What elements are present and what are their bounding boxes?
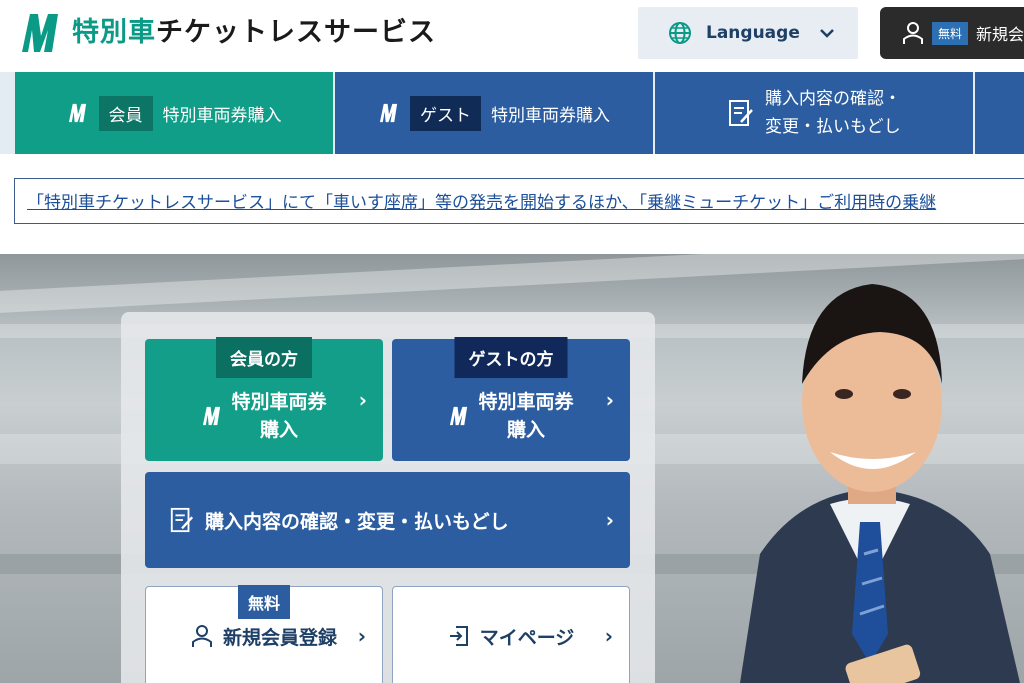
guest-tag: ゲスト (410, 95, 481, 131)
mu-logo-icon (22, 14, 58, 52)
tab-confirm-line1: 購入内容の確認・ (765, 89, 901, 109)
signup-button-label: 新規会員登録 (222, 626, 337, 649)
chevron-right-icon: › (358, 388, 367, 412)
tab-member-purchase[interactable]: 会員 特別車両券購入 (15, 72, 333, 154)
chevron-right-icon: › (605, 508, 614, 532)
chevron-right-icon: › (604, 624, 613, 648)
hero-section: 会員の方 特別車両券 購入 › ゲストの方 特別車両券 購入 › 購入内容の確認… (0, 254, 1024, 683)
tab-more[interactable] (975, 72, 1024, 154)
tab-guest-purchase[interactable]: ゲスト 特別車両券購入 (335, 72, 653, 154)
member-tag: 会員 (98, 95, 153, 131)
free-tab-label: 無料 (237, 585, 291, 619)
person-icon (191, 625, 212, 647)
member-tab-label: 会員の方 (216, 337, 312, 378)
chevron-down-icon (820, 29, 834, 38)
guest-purchase-button[interactable]: ゲストの方 特別車両券 購入 › (392, 337, 630, 461)
notice-area: 「特別車チケットレスサービス」にて「車いす座席」等の発売を開始するほか、「乗継ミ… (0, 154, 1024, 254)
mu-logo-icon (450, 406, 468, 426)
guest-button-line2: 購入 (506, 419, 545, 441)
free-badge: 無料 (932, 21, 969, 45)
tab-confirm-line2: 変更・払いもどし (765, 117, 901, 137)
guest-tab-label: ゲストの方 (454, 337, 568, 378)
notice-link[interactable]: 「特別車チケットレスサービス」にて「車いす座席」等の発売を開始するほか、「乗継ミ… (27, 193, 936, 213)
person-icon (903, 22, 923, 44)
document-edit-icon (729, 100, 753, 126)
member-button-line2: 購入 (259, 419, 298, 441)
mu-logo-icon (68, 103, 86, 123)
document-edit-icon (170, 507, 194, 533)
site-logo[interactable]: 特別車チケットレスサービス (18, 10, 436, 56)
logo-rest-text: チケットレスサービス (156, 17, 436, 48)
confirm-button-label: 購入内容の確認・変更・払いもどし (205, 510, 509, 533)
action-panel: 会員の方 特別車両券 購入 › ゲストの方 特別車両券 購入 › 購入内容の確認… (121, 312, 655, 683)
member-button-line1: 特別車両券 (231, 391, 327, 413)
header-signup-button[interactable]: 無料 新規会員 (880, 7, 1024, 59)
mypage-button[interactable]: マイページ › (392, 586, 630, 683)
logo-brand-text: 特別車 (72, 17, 156, 48)
signup-button[interactable]: 無料 新規会員登録 › (145, 585, 383, 683)
confirm-change-refund-button[interactable]: 購入内容の確認・変更・払いもどし › (145, 472, 630, 568)
member-purchase-button[interactable]: 会員の方 特別車両券 購入 › (145, 337, 383, 461)
mu-logo-icon (203, 406, 221, 426)
chevron-right-icon: › (605, 388, 614, 412)
login-icon (449, 626, 468, 646)
mypage-button-label: マイページ (479, 626, 575, 649)
guest-button-line1: 特別車両券 (478, 391, 574, 413)
language-selector[interactable]: Language (638, 7, 858, 59)
tab-guest-label: 特別車両券購入 (491, 105, 610, 126)
businessman-photo (740, 284, 1020, 683)
header-signup-label: 新規会員 (976, 25, 1024, 44)
mu-logo-icon (379, 103, 398, 123)
tab-member-label: 特別車両券購入 (162, 105, 282, 126)
main-nav: 会員 特別車両券購入 ゲスト 特別車両券購入 購入内容の確認・ 変更・払いもどし (0, 72, 1024, 154)
site-header: 特別車チケットレスサービス Language 無料 新規会員 (0, 0, 1024, 72)
tab-confirm-change-refund[interactable]: 購入内容の確認・ 変更・払いもどし (655, 72, 973, 154)
chevron-right-icon: › (357, 624, 366, 648)
notice-banner: 「特別車チケットレスサービス」にて「車いす座席」等の発売を開始するほか、「乗継ミ… (14, 178, 1024, 224)
globe-icon (669, 22, 691, 44)
language-label: Language (706, 23, 800, 43)
